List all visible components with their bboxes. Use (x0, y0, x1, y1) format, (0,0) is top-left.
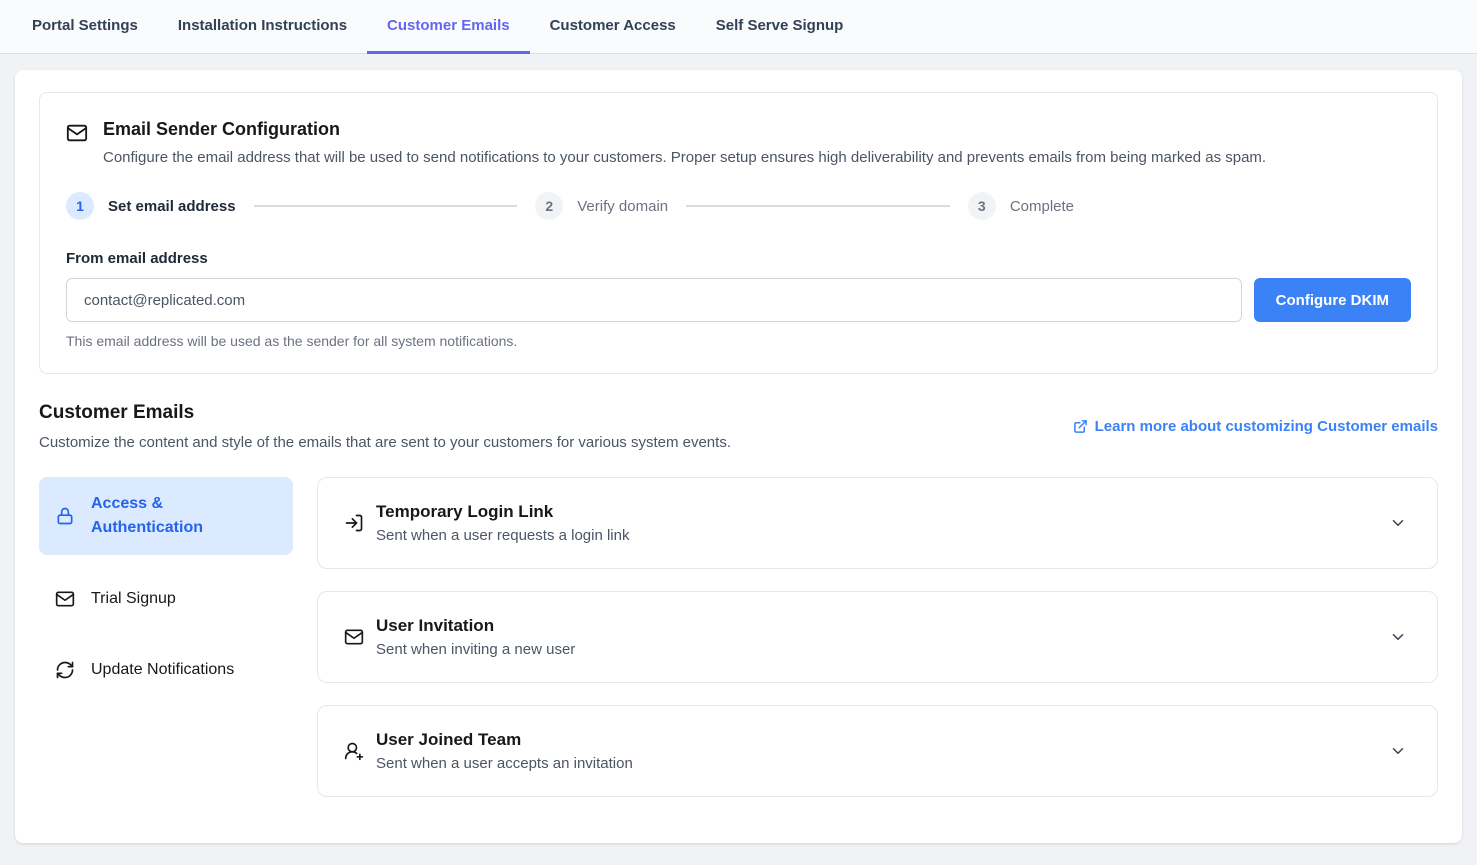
configure-dkim-button[interactable]: Configure DKIM (1254, 278, 1411, 322)
step-1-circle: 1 (66, 192, 94, 220)
tab-customer-access[interactable]: Customer Access (530, 0, 696, 54)
from-email-input[interactable] (66, 278, 1242, 322)
sidebar-item-trial-signup[interactable]: Trial Signup (39, 572, 293, 626)
step-complete: 3 Complete (968, 192, 1074, 220)
email-card-title: User Joined Team (376, 730, 1377, 750)
chevron-down-icon[interactable] (1389, 628, 1407, 646)
tab-installation-instructions[interactable]: Installation Instructions (158, 0, 367, 54)
sender-config-description: Configure the email address that will be… (103, 147, 1266, 168)
sidebar-item-label: Update Notifications (91, 658, 234, 682)
main-card: Email Sender Configuration Configure the… (15, 70, 1462, 843)
email-card-subtitle: Sent when a user accepts an invitation (376, 755, 1377, 772)
from-email-helper-text: This email address will be used as the s… (66, 333, 1411, 349)
email-card-temporary-login-link[interactable]: Temporary Login Link Sent when a user re… (317, 477, 1438, 569)
step-1-label: Set email address (108, 198, 236, 215)
chevron-down-icon[interactable] (1389, 742, 1407, 760)
step-connector (254, 205, 518, 207)
tab-customer-emails[interactable]: Customer Emails (367, 0, 530, 54)
email-sender-config-card: Email Sender Configuration Configure the… (39, 92, 1438, 374)
step-2-circle: 2 (535, 192, 563, 220)
tab-portal-settings[interactable]: Portal Settings (12, 0, 158, 54)
refresh-icon (55, 660, 75, 680)
lock-icon (55, 506, 75, 526)
log-in-icon (344, 513, 364, 533)
step-2-label: Verify domain (577, 198, 668, 215)
email-card-user-joined-team[interactable]: User Joined Team Sent when a user accept… (317, 705, 1438, 797)
sidebar-item-access-authentication[interactable]: Access & Authentication (39, 477, 293, 555)
tab-bar: Portal Settings Installation Instruction… (0, 0, 1477, 54)
customer-emails-description: Customize the content and style of the e… (39, 434, 731, 451)
sidebar-item-label: Trial Signup (91, 587, 176, 611)
email-template-list: Temporary Login Link Sent when a user re… (317, 477, 1438, 819)
step-set-email-address: 1 Set email address (66, 192, 236, 220)
page-background: Email Sender Configuration Configure the… (0, 54, 1477, 865)
step-3-circle: 3 (968, 192, 996, 220)
sidebar-item-update-notifications[interactable]: Update Notifications (39, 643, 293, 697)
user-plus-icon (344, 741, 364, 761)
sidebar-item-label: Access & Authentication (91, 492, 277, 540)
email-card-title: Temporary Login Link (376, 502, 1377, 522)
chevron-down-icon[interactable] (1389, 514, 1407, 532)
tab-self-serve-signup[interactable]: Self Serve Signup (696, 0, 864, 54)
external-link-icon (1073, 419, 1088, 434)
email-card-subtitle: Sent when a user requests a login link (376, 527, 1377, 544)
email-card-user-invitation[interactable]: User Invitation Sent when inviting a new… (317, 591, 1438, 683)
mail-icon (344, 627, 364, 647)
learn-more-link[interactable]: Learn more about customizing Customer em… (1073, 418, 1438, 435)
mail-icon (55, 589, 75, 609)
email-card-subtitle: Sent when inviting a new user (376, 641, 1377, 658)
email-card-title: User Invitation (376, 616, 1377, 636)
step-verify-domain: 2 Verify domain (535, 192, 668, 220)
step-3-label: Complete (1010, 198, 1074, 215)
sender-config-title: Email Sender Configuration (103, 119, 1266, 140)
email-category-nav: Access & Authentication Trial Signup Upd… (39, 477, 293, 819)
from-email-label: From email address (66, 250, 1411, 267)
mail-icon (66, 122, 88, 168)
customer-emails-title: Customer Emails (39, 402, 731, 424)
step-connector (686, 205, 950, 207)
learn-more-label: Learn more about customizing Customer em… (1095, 418, 1438, 435)
email-setup-stepper: 1 Set email address 2 Verify domain 3 Co… (66, 192, 1074, 220)
